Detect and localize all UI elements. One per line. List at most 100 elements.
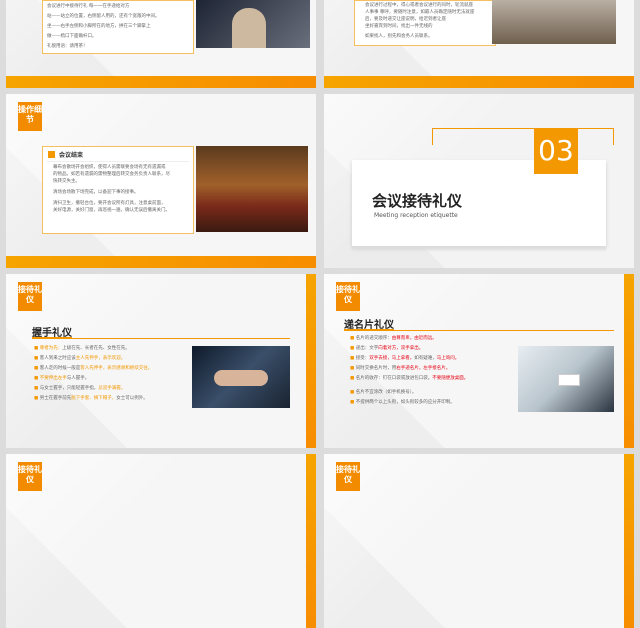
slide-5-line-text: 客人到来之时应该 <box>39 356 76 361</box>
slide-2-line: 会议进行过程中，得心或者会议进行的同时，轮流就座 <box>365 3 473 8</box>
slide-6-line-highlight: 双手去接，马上拿看， <box>369 356 415 361</box>
slide-3-heading: 会议结束 <box>59 152 84 159</box>
slide-6-line: ■ 名片的收存：钉在口袋或放进包口袋。不要随便放桌面。 <box>350 376 468 382</box>
slide-3-line: 清场会场散下场完成，以备迎下事的接事。 <box>53 190 139 195</box>
meeting-photo <box>196 0 310 48</box>
slide-6-line: ■ 递出：文字向着对方，双手拿出。 <box>350 346 423 352</box>
slide-3-badge: 操作细节 <box>18 102 42 131</box>
slide-6-title-accent <box>344 329 394 331</box>
slide-5-line: ■ 不要伸出左手与人握手。 <box>34 376 89 382</box>
slide-7[interactable]: 接待礼仪 <box>6 454 316 628</box>
slide-6-line-highlight: 右手递名片，左手接名片。 <box>396 366 451 371</box>
slide-5-line: ■ 客人到来之时应该主人先伸手，表示欢迎。 <box>34 356 125 362</box>
slide-5-line-highlight: 主人先伸手，表示欢迎。 <box>75 356 126 361</box>
slide-6-line-text: 如有疑难， <box>414 356 437 361</box>
slide-7-badge: 接待礼仪 <box>18 462 42 491</box>
slide-6-line-highlight: 向着对方，双手拿出。 <box>378 346 424 351</box>
slide-5[interactable]: 接待礼仪 握手礼仪 ■ 尊者为先：上级在先、长者在先、女性在先。 ■ 客人到来之… <box>6 274 316 448</box>
slide-6-line-highlight: 由尊而卑，由近而远。 <box>391 336 437 341</box>
bullet-icon: ■ <box>34 366 39 371</box>
slide-7-right-bar <box>306 454 316 628</box>
slide-1-line: 做——梳口下面确杆口。 <box>47 34 97 39</box>
slide-5-line-text: 与人握手。 <box>66 376 90 381</box>
slide-4-bottom-shade <box>352 246 606 252</box>
slide-2-line: 坐好嘉宾到时间，找出一件无线的 <box>365 24 433 29</box>
bullet-icon: ■ <box>350 400 355 405</box>
bullet-icon: ■ <box>34 346 39 351</box>
slide-2-bottom-bar <box>324 76 634 88</box>
slide-6-line-highlight: 马上询问。 <box>436 356 460 361</box>
slide-1[interactable]: 会议进行中接待行礼 每一一在手递给对方 站——站立的位置，右侧留人用的，还有个宽… <box>6 0 316 88</box>
slide-5-line-highlight: 忌双手满握。 <box>98 386 126 391</box>
slide-5-line-highlight: 客人先伸手，表示感谢和继续交往。 <box>80 366 153 371</box>
slide-5-line-highlight: 尊者为先： <box>39 346 63 351</box>
conference-room-photo <box>492 0 616 44</box>
slide-6-line-text: 递出：文字 <box>355 346 379 351</box>
slide-6-line: ■ 不提供两个以上头衔，如头衔较多的应分开印制。 <box>350 400 455 406</box>
slide-3-line: 幕布会散场开会组织，使得人员需联要会场有无有遗漏或 <box>53 165 166 170</box>
slide-4-title: 会议接待礼仪 <box>372 192 463 210</box>
slide-3-text-card: 会议结束 幕布会散场开会组织，使得人员需联要会场有无有遗漏或 的物品。如若有遗漏… <box>42 146 194 234</box>
hands-shape <box>214 370 268 386</box>
slide-3-bottom-bar <box>6 256 316 268</box>
slide-1-line: 坐——右手左侧和小脚所在的地方，拱在三个脚掌上 <box>47 24 151 29</box>
bullet-icon: ■ <box>350 390 355 395</box>
slide-6[interactable]: 接待礼仪 递名片礼仪 ■ 名片的递交顺序：由尊而卑，由近而远。 ■ 递出：文字向… <box>324 274 634 448</box>
slide-4-number-box: 03 <box>534 128 578 174</box>
bullet-icon: ■ <box>34 396 39 401</box>
slide-3-line: 的物品。如若有遗漏的需物整理后转交会务负责人联系，尽 <box>53 172 170 177</box>
bullet-icon: ■ <box>34 376 39 381</box>
slide-5-line-text: 客人走的时候一般是 <box>39 366 81 371</box>
bullet-icon: ■ <box>350 346 355 351</box>
slide-5-line-text: 与女士握手，只能轻握手指， <box>39 386 99 391</box>
slide-5-right-bar <box>306 274 316 448</box>
slide-6-line-text: 接受： <box>355 356 370 361</box>
slide-6-line-text: 不提供两个以上头衔，如头衔较多的应分开印制。 <box>355 400 455 405</box>
slide-6-right-bar <box>624 274 634 448</box>
slide-6-line: ■ 同时交换名片时，用右手递名片，左手接名片。 <box>350 366 450 372</box>
slide-8-badge: 接待礼仪 <box>336 462 360 491</box>
slide-8-right-bar <box>624 454 634 628</box>
slide-5-line-highlight: 不要伸出左手 <box>39 376 67 381</box>
slide-2-line: 人事事 尊呼，要随时注意，如最人员确定随时无法就座 <box>365 10 475 15</box>
slide-6-line: ■ 名片不宜涂改（如手机换号）。 <box>350 390 416 396</box>
slide-6-line: ■ 名片的递交顺序：由尊而卑，由近而远。 <box>350 336 437 342</box>
slide-5-line-text: 男士在握手前先 <box>39 396 72 401</box>
slide-6-badge: 接待礼仪 <box>336 282 360 311</box>
bullet-icon: ■ <box>34 386 39 391</box>
slide-5-line: ■ 客人走的时候一般是客人先伸手，表示感谢和继续交往。 <box>34 366 152 372</box>
card-shape <box>558 374 580 386</box>
slide-5-title-accent <box>32 337 72 339</box>
slide-1-text-card: 会议进行中接待行礼 每一一在手递给对方 站——站立的位置，右侧留人用的，还有个宽… <box>42 0 194 54</box>
slide-4-subtitle: Meeting reception etiquette <box>374 212 458 219</box>
bullet-icon: ■ <box>350 336 355 341</box>
slide-5-line: ■ 与女士握手，只能轻握手指，忌双手满握。 <box>34 386 125 392</box>
bullet-icon: ■ <box>34 356 39 361</box>
slide-5-line: ■ 尊者为先：上级在先、长者在先、女性在先。 <box>34 346 130 352</box>
slide-2-line: 后，要及时递交让座说明，给迟到者让座 <box>365 17 446 22</box>
business-card-photo <box>518 346 614 412</box>
bullet-icon: ■ <box>350 356 355 361</box>
slide-2-line: 如果找人，别先和会务人员联系。 <box>365 34 433 39</box>
person-figure <box>232 8 266 48</box>
slide-5-line-text: 上级在先、长者在先、女性在先。 <box>62 346 130 351</box>
slide-6-line-text: 名片不宜涂改（如手机换号）。 <box>355 390 417 395</box>
slide-1-bottom-bar <box>6 76 316 88</box>
slide-6-line-text: 名片的收存：钉在口袋或放进包口袋。 <box>355 376 433 381</box>
slide-4-top-outline <box>432 128 614 145</box>
slide-3-line: 关好电源，关好门窗，再巡视一遍，确认无误后撤离关门。 <box>53 208 170 213</box>
slide-1-line: 站——站立的位置，右侧留人用的，还有个宽敞的中间。 <box>47 14 160 19</box>
bullet-icon: ■ <box>350 366 355 371</box>
slide-6-line-text: 同时交换名片时，用 <box>355 366 397 371</box>
bullet-icon: ■ <box>350 376 355 381</box>
slide-4[interactable]: 03 会议接待礼仪 Meeting reception etiquette <box>324 94 634 268</box>
slide-3-heading-icon <box>48 151 55 158</box>
slide-8[interactable]: 接待礼仪 <box>324 454 634 628</box>
slide-5-line: ■ 男士在握手前先脱下手套、摘下帽子，女士可以例外。 <box>34 396 148 402</box>
slide-5-badge: 接待礼仪 <box>18 282 42 311</box>
slide-2[interactable]: 会议进行过程中，得心或者会议进行的同时，轮流就座 人事事 尊呼，要随时注意，如最… <box>324 0 634 88</box>
slide-6-line: ■ 接受：双手去接，马上拿看，如有疑难，马上询问。 <box>350 356 459 362</box>
divider <box>47 161 189 162</box>
slide-3[interactable]: 操作细节 会议结束 幕布会散场开会组织，使得人员需联要会场有无有遗漏或 的物品。… <box>6 94 316 268</box>
slide-5-line-highlight: 脱下手套、摘下帽子， <box>71 396 117 401</box>
